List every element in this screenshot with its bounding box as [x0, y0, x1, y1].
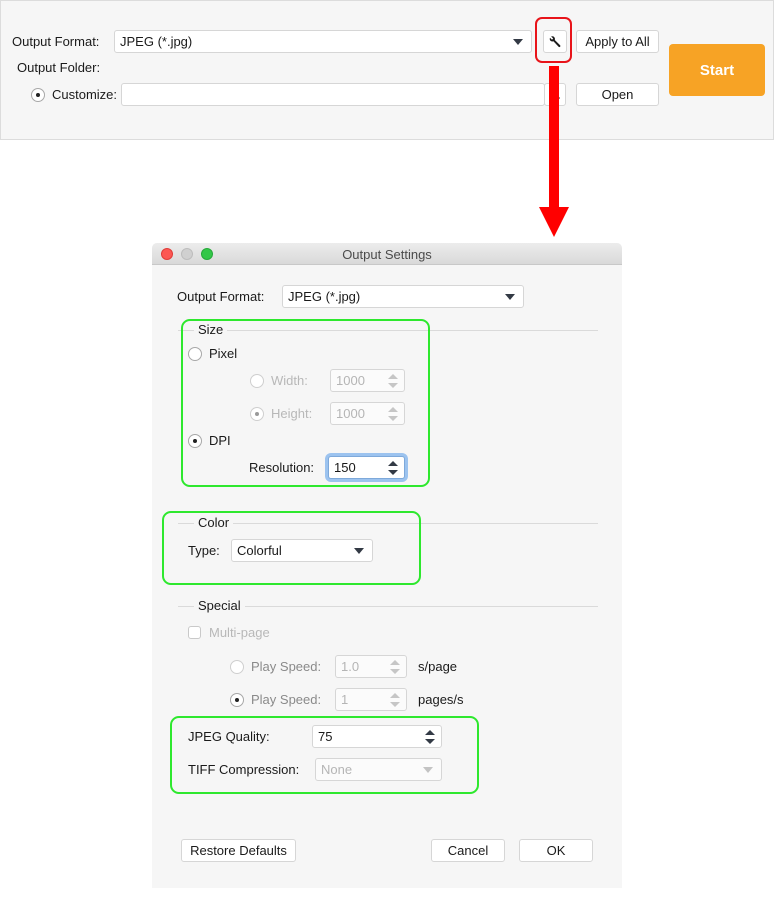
dialog-output-format-select[interactable]: JPEG (*.jpg) — [282, 285, 524, 308]
play-speed-seconds-radio[interactable] — [230, 660, 244, 674]
multipage-label: Multi-page — [209, 625, 270, 640]
customize-radio[interactable] — [31, 88, 45, 102]
apply-to-all-button[interactable]: Apply to All — [576, 30, 659, 53]
output-format-value: JPEG (*.jpg) — [120, 34, 193, 49]
chevron-down-icon — [505, 293, 515, 300]
color-group-highlight — [162, 511, 421, 585]
arrow-shaft — [549, 66, 559, 209]
customize-path-input[interactable] — [121, 83, 545, 106]
dialog-output-format-value: JPEG (*.jpg) — [288, 289, 361, 304]
play-speed-pages-stepper[interactable]: 1 — [335, 688, 407, 711]
cancel-button[interactable]: Cancel — [431, 839, 505, 862]
special-group-title: Special — [194, 598, 245, 613]
ok-button[interactable]: OK — [519, 839, 593, 862]
arrow-down-icon — [539, 207, 569, 237]
chevron-down-icon — [513, 38, 523, 45]
stepper-arrows-icon — [390, 659, 400, 674]
output-format-select[interactable]: JPEG (*.jpg) — [114, 30, 532, 53]
play-speed-pages-value: 1 — [341, 692, 349, 707]
customize-label: Customize: — [52, 87, 118, 102]
play-speed-seconds-unit: s/page — [418, 659, 458, 674]
output-folder-label: Output Folder: — [17, 60, 101, 75]
dialog-output-format-label: Output Format: — [177, 289, 265, 304]
dialog-title: Output Settings — [342, 247, 432, 262]
start-button[interactable]: Start — [669, 44, 765, 96]
play-speed-seconds-stepper[interactable]: 1.0 — [335, 655, 407, 678]
title-bar: Output Settings — [152, 243, 622, 265]
play-speed-pages-unit: pages/s — [418, 692, 464, 707]
highlight-box — [535, 17, 572, 63]
output-format-label: Output Format: — [12, 34, 100, 49]
open-button[interactable]: Open — [576, 83, 659, 106]
quality-group-highlight — [170, 716, 479, 794]
output-options-panel: Output Format: JPEG (*.jpg) Apply to All… — [0, 0, 774, 140]
size-group-highlight — [181, 319, 430, 487]
play-speed-seconds-value: 1.0 — [341, 659, 360, 674]
multipage-checkbox[interactable] — [188, 626, 201, 639]
stepper-arrows-icon — [390, 692, 400, 707]
play-speed-pages-label: Play Speed: — [251, 692, 322, 707]
play-speed-pages-radio[interactable] — [230, 693, 244, 707]
play-speed-seconds-label: Play Speed: — [251, 659, 322, 674]
restore-defaults-button[interactable]: Restore Defaults — [181, 839, 296, 862]
